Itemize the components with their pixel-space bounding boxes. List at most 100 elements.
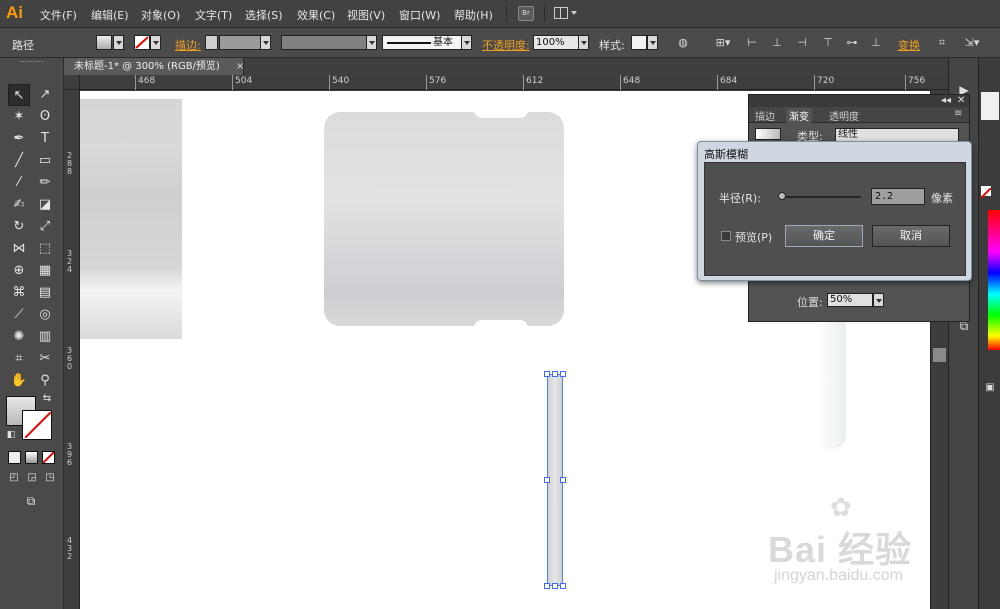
tab-stroke[interactable]: 描边 <box>755 108 775 123</box>
gradient-tool-icon[interactable]: ▤ <box>34 282 56 304</box>
panel-header[interactable]: ◂◂ ✕ <box>749 95 969 107</box>
align-vcenter-icon[interactable]: ⊶ <box>845 36 859 49</box>
paintbrush-tool-icon[interactable]: ⁄ <box>8 172 30 194</box>
position-input[interactable]: 50% <box>827 293 873 307</box>
opacity-label[interactable]: 不透明度: <box>482 37 530 53</box>
close-icon[interactable]: ✕ <box>957 95 965 106</box>
selection-handle[interactable] <box>552 371 558 377</box>
bridge-button[interactable]: Br <box>518 6 534 21</box>
selection-handle[interactable] <box>544 477 550 483</box>
blend-tool-icon[interactable]: ◎ <box>34 304 56 326</box>
eraser-tool-icon[interactable]: ◪ <box>34 194 56 216</box>
graphic-style-swatch[interactable] <box>631 35 647 50</box>
document-tab[interactable]: 未标题-1* @ 300% (RGB/预览) <box>64 58 244 75</box>
preview-checkbox[interactable] <box>721 231 731 241</box>
ok-button[interactable]: 确定 <box>785 225 863 247</box>
menu-view[interactable]: 视图(V) <box>347 7 385 23</box>
line-tool-icon[interactable]: ╱ <box>8 150 30 172</box>
variable-width-dropdown[interactable] <box>366 35 377 50</box>
menu-select[interactable]: 选择(S) <box>245 7 283 23</box>
radius-slider-handle[interactable] <box>778 192 786 200</box>
tab-transparency[interactable]: 透明度 <box>829 108 859 123</box>
brush-definition-dropdown[interactable] <box>461 35 472 50</box>
selection-handle[interactable] <box>544 583 550 589</box>
collapse-icon[interactable]: ◂◂ <box>941 95 951 106</box>
preview-label[interactable]: 预览(P) <box>735 229 772 245</box>
stroke-weight-dropdown[interactable] <box>260 35 271 50</box>
opacity-input[interactable]: 100% <box>533 35 579 50</box>
selection-handle[interactable] <box>560 371 566 377</box>
menu-file[interactable]: 文件(F) <box>40 7 77 23</box>
fill-dropdown[interactable] <box>113 35 124 50</box>
mesh-tool-icon[interactable]: ⌘ <box>8 282 30 304</box>
stroke-color-swatch[interactable] <box>22 410 52 440</box>
magic-wand-tool-icon[interactable]: ✶ <box>8 106 30 128</box>
gradient-preview-swatch[interactable] <box>755 128 781 140</box>
align-bottom-icon[interactable]: ⊥ <box>869 36 883 49</box>
symbol-sprayer-tool-icon[interactable]: ✺ <box>8 326 30 348</box>
brush-definition-select[interactable]: 基本 <box>382 35 462 50</box>
horizontal-ruler[interactable]: 468 504 540 576 612 648 684 720 756 <box>80 75 948 90</box>
opacity-dropdown[interactable] <box>578 35 589 50</box>
rounded-card-object[interactable] <box>324 112 564 326</box>
isolate-icon[interactable]: ⌗ <box>935 36 949 49</box>
pen-tool-icon[interactable]: ✒ <box>8 128 30 150</box>
type-tool-icon[interactable]: T <box>34 128 56 150</box>
tab-gradient[interactable]: 渐变 <box>786 108 812 123</box>
selection-tool-icon[interactable]: ↖ <box>8 84 30 106</box>
gradient-type-select[interactable]: 线性 <box>835 128 959 142</box>
align-top-icon[interactable]: ⊤ <box>821 36 835 49</box>
menu-window[interactable]: 窗口(W) <box>399 7 440 23</box>
gradient-rectangle-object[interactable] <box>80 99 182 339</box>
selection-handle[interactable] <box>560 477 566 483</box>
stroke-weight-stepper[interactable] <box>205 35 218 50</box>
gradient-mode-button[interactable] <box>25 451 38 464</box>
default-colors-icon[interactable]: ◧ <box>4 428 18 442</box>
hand-tool-icon[interactable]: ✋ <box>8 370 30 392</box>
draw-normal-icon[interactable]: ◰ <box>6 470 22 486</box>
perspective-grid-tool-icon[interactable]: ▦ <box>34 260 56 282</box>
color-preview-swatch[interactable] <box>981 92 999 120</box>
align-right-icon[interactable]: ⊣ <box>795 36 809 49</box>
align-left-icon[interactable]: ⊢ <box>745 36 759 49</box>
menu-effect[interactable]: 效果(C) <box>297 7 335 23</box>
transform-link[interactable]: 变换 <box>898 37 920 53</box>
zoom-tool-icon[interactable]: ⚲ <box>34 370 56 392</box>
shape-builder-tool-icon[interactable]: ⊕ <box>8 260 30 282</box>
draw-behind-icon[interactable]: ◲ <box>24 470 40 486</box>
direct-selection-tool-icon[interactable]: ↗ <box>34 84 56 106</box>
ruler-origin[interactable] <box>64 75 80 90</box>
align-hcenter-icon[interactable]: ⊥ <box>770 36 784 49</box>
menu-object[interactable]: 对象(O) <box>141 7 180 23</box>
color-mode-button[interactable] <box>8 451 21 464</box>
draw-inside-icon[interactable]: ◳ <box>42 470 58 486</box>
scale-tool-icon[interactable]: ⤢ <box>34 216 56 238</box>
selection-handle[interactable] <box>560 583 566 589</box>
scrollbar-thumb[interactable] <box>933 348 946 362</box>
stroke-swatch[interactable] <box>134 35 150 50</box>
align-to-icon[interactable]: ⊞▾ <box>712 36 734 49</box>
panel-tab-icon[interactable]: ▣ <box>981 380 999 393</box>
position-dropdown[interactable] <box>873 293 884 307</box>
free-transform-tool-icon[interactable]: ⬚ <box>34 238 56 260</box>
panel-menu-icon[interactable]: ≡ <box>954 108 962 119</box>
slice-tool-icon[interactable]: ✂ <box>34 348 56 370</box>
graphic-style-dropdown[interactable] <box>647 35 658 50</box>
stroke-label[interactable]: 描边: <box>175 37 201 53</box>
menu-edit[interactable]: 编辑(E) <box>91 7 129 23</box>
radius-slider[interactable] <box>782 196 861 198</box>
artboard-tool-icon[interactable]: ⌗ <box>8 348 30 370</box>
stroke-weight-input[interactable] <box>219 35 261 50</box>
panel-menu-icon[interactable]: ⇲▾ <box>961 36 983 49</box>
menu-type[interactable]: 文字(T) <box>195 7 232 23</box>
eyedropper-tool-icon[interactable]: ⟋ <box>8 304 30 326</box>
menu-help[interactable]: 帮助(H) <box>454 7 493 23</box>
fill-swatch[interactable] <box>96 35 112 50</box>
none-mode-button[interactable] <box>42 451 55 464</box>
width-tool-icon[interactable]: ⋈ <box>8 238 30 260</box>
cancel-button[interactable]: 取消 <box>872 225 950 247</box>
lasso-tool-icon[interactable]: ʘ <box>34 106 56 128</box>
radius-input[interactable]: 2.2 <box>871 188 925 205</box>
rotate-tool-icon[interactable]: ↻ <box>8 216 30 238</box>
vertical-ruler[interactable]: 288 324 360 396 432 <box>64 90 80 609</box>
